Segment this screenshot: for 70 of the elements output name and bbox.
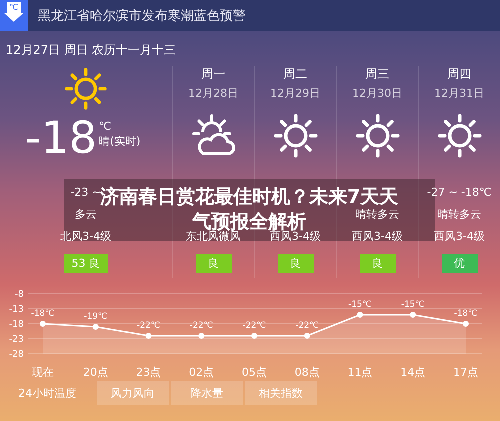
value-label: -15℃ [401, 300, 425, 310]
temperature-unit: ℃ [99, 120, 112, 134]
x-axis-label: 11点 [348, 366, 373, 379]
data-point [146, 333, 152, 339]
value-label: -18℃ [31, 309, 55, 319]
weekday-label: 周四 [448, 66, 472, 82]
air-quality-badge: 53 良 [64, 254, 108, 273]
chart-tab[interactable]: 降水量 [171, 381, 243, 405]
y-tick-label: -13 [9, 305, 24, 315]
data-point [357, 312, 364, 318]
value-label: -22℃ [137, 321, 160, 331]
y-tick-label: -8 [15, 290, 24, 300]
x-axis-label: 14点 [400, 366, 426, 379]
sun-icon [63, 66, 109, 112]
value-label: -22℃ [242, 321, 266, 331]
date-label: 12月31日 [434, 86, 484, 102]
data-point [92, 324, 99, 330]
date-text: 12月27日 周日 农历十一月十三 [6, 42, 176, 55]
air-quality-badge: 良 [278, 254, 314, 273]
data-point [40, 321, 46, 327]
data-point [252, 333, 258, 339]
chart-tab[interactable]: 24小时温度 [0, 381, 95, 405]
value-label: -19℃ [84, 312, 108, 322]
weekday-label: 周三 [366, 66, 390, 82]
chart-tab[interactable]: 相关指数 [245, 381, 317, 405]
weekday-label: 周二 [284, 66, 308, 82]
weekday-label: 周一 [202, 66, 226, 82]
celsius-symbol: ℃ [7, 2, 21, 13]
x-axis-label: 02点 [189, 366, 214, 379]
x-axis-label: 05点 [242, 366, 267, 379]
x-axis-label: 20点 [83, 366, 108, 379]
x-axis-label: 17点 [454, 366, 478, 379]
value-label: -18℃ [454, 309, 478, 319]
chart-tab[interactable]: 风力风向 [97, 381, 169, 405]
date-label: 12月29日 [270, 86, 320, 102]
weather-condition: 晴转多云 [438, 206, 482, 222]
data-point [304, 333, 310, 339]
wind-info: 西风3-4级 [270, 230, 321, 244]
weather-condition: 多云 [75, 206, 97, 222]
y-tick-label: -28 [9, 350, 24, 360]
data-point [410, 312, 416, 318]
wind-info: 西风3-4级 [434, 228, 485, 244]
sun-icon [436, 112, 484, 160]
value-label: -22℃ [296, 321, 320, 331]
weather-description: 晴(实时) [99, 134, 141, 150]
weather-condition: 晴转多云 [356, 206, 400, 222]
sun-icon [354, 112, 402, 160]
air-quality-badge: 良 [360, 254, 396, 273]
value-label: -22℃ [190, 321, 214, 331]
wind-info: 北风3-4级 [60, 228, 112, 244]
data-point [463, 321, 469, 327]
air-quality-badge: 优 [442, 254, 478, 273]
x-axis-label: 23点 [136, 366, 162, 379]
wind-info: 西风3-4级 [352, 228, 403, 244]
alert-title[interactable]: 黑龙江省哈尔滨市发布寒潮蓝色预警 [38, 6, 246, 24]
wind-info: 东北风微风 [186, 230, 241, 244]
x-axis-label: 现在 [32, 366, 54, 379]
data-point [198, 333, 205, 339]
date-label: 12月28日 [188, 86, 238, 102]
temperature-range: -23 ~ [70, 186, 102, 198]
value-label: -15℃ [348, 300, 372, 310]
y-tick-label: -23 [9, 335, 24, 345]
current-temperature: -18 [25, 116, 98, 162]
x-axis-label: 08点 [294, 366, 320, 379]
y-tick-label: -18 [9, 320, 24, 330]
sun-icon [272, 112, 320, 160]
temperature-range: -27 ~ -18℃ [427, 186, 492, 198]
air-quality-badge: 良 [196, 254, 232, 273]
date-label: 12月30日 [352, 86, 402, 102]
headline-text: 济南春日赏花最佳时机？未来7天天 [100, 185, 399, 209]
